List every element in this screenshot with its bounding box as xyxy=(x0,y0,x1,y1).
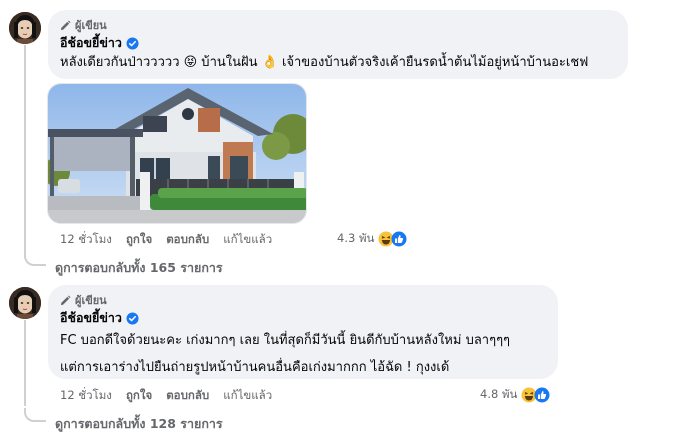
thread-line xyxy=(24,320,26,406)
verified-badge-icon xyxy=(126,36,139,50)
house-photo xyxy=(48,84,306,223)
reaction-count: 4.8 พัน xyxy=(480,387,518,401)
comment-timestamp[interactable]: 12 ชั่วโมง xyxy=(60,387,112,405)
reaction-summary[interactable]: 4.3 พัน xyxy=(337,230,407,248)
avatar[interactable] xyxy=(9,12,41,44)
reply-button[interactable]: ตอบกลับ xyxy=(166,231,209,249)
reaction-summary[interactable]: 4.8 พัน xyxy=(480,386,550,404)
comment-author[interactable]: อีช้อขยี้ข่าว xyxy=(60,33,122,53)
comment-text: หลังเดียวกันป่าววววว 😝 บ้านในฝัน 👌 เจ้าข… xyxy=(60,55,589,70)
avatar-image xyxy=(9,287,41,319)
pencil-icon xyxy=(60,294,71,305)
like-react-icon xyxy=(534,387,550,403)
edited-label[interactable]: แก้ไขแล้ว xyxy=(223,231,272,249)
thread-connector xyxy=(24,408,46,422)
author-badge: ผู้เขียน xyxy=(60,18,616,32)
verified-badge-icon xyxy=(126,311,139,325)
like-react-icon xyxy=(391,231,407,247)
comment-bubble: ผู้เขียน อีช้อขยี้ข่าว FC บอกดีใจด้วยนะค… xyxy=(48,285,558,379)
avatar[interactable] xyxy=(9,287,41,319)
reply-button[interactable]: ตอบกลับ xyxy=(166,387,209,405)
pencil-icon xyxy=(60,19,71,30)
thread-line xyxy=(24,45,26,258)
like-button[interactable]: ถูกใจ xyxy=(126,231,152,249)
avatar-image xyxy=(9,12,41,44)
comment-text-line: แต่การเอาร่างไปยืนถ่ายรูปหน้าบ้านคนอื่นค… xyxy=(60,360,450,375)
comment-actions: 12 ชั่วโมง ถูกใจ ตอบกลับ แก้ไขแล้ว xyxy=(60,231,272,249)
author-badge: ผู้เขียน xyxy=(60,293,546,307)
comment-bubble: ผู้เขียน อีช้อขยี้ข่าว หลังเดียวกันป่าวว… xyxy=(48,10,628,79)
like-button[interactable]: ถูกใจ xyxy=(126,387,152,405)
comment-author[interactable]: อีช้อขยี้ข่าว xyxy=(60,308,122,328)
comment-text-line: FC บอกดีใจด้วยนะคะ เก่งมากๆ เลย ในที่สุด… xyxy=(60,333,511,348)
author-badge-label: ผู้เขียน xyxy=(75,19,107,32)
comment-actions: 12 ชั่วโมง ถูกใจ ตอบกลับ แก้ไขแล้ว xyxy=(60,387,272,405)
comment-timestamp[interactable]: 12 ชั่วโมง xyxy=(60,231,112,249)
view-replies-link[interactable]: ดูการตอบกลับทั้ง 165 รายการ xyxy=(55,258,223,278)
edited-label[interactable]: แก้ไขแล้ว xyxy=(223,387,272,405)
view-replies-link[interactable]: ดูการตอบกลับทั้ง 128 รายการ xyxy=(55,414,223,434)
thread-connector xyxy=(24,252,46,266)
comment-photo[interactable] xyxy=(47,83,307,224)
reaction-count: 4.3 พัน xyxy=(337,231,375,245)
author-badge-label: ผู้เขียน xyxy=(75,294,107,307)
